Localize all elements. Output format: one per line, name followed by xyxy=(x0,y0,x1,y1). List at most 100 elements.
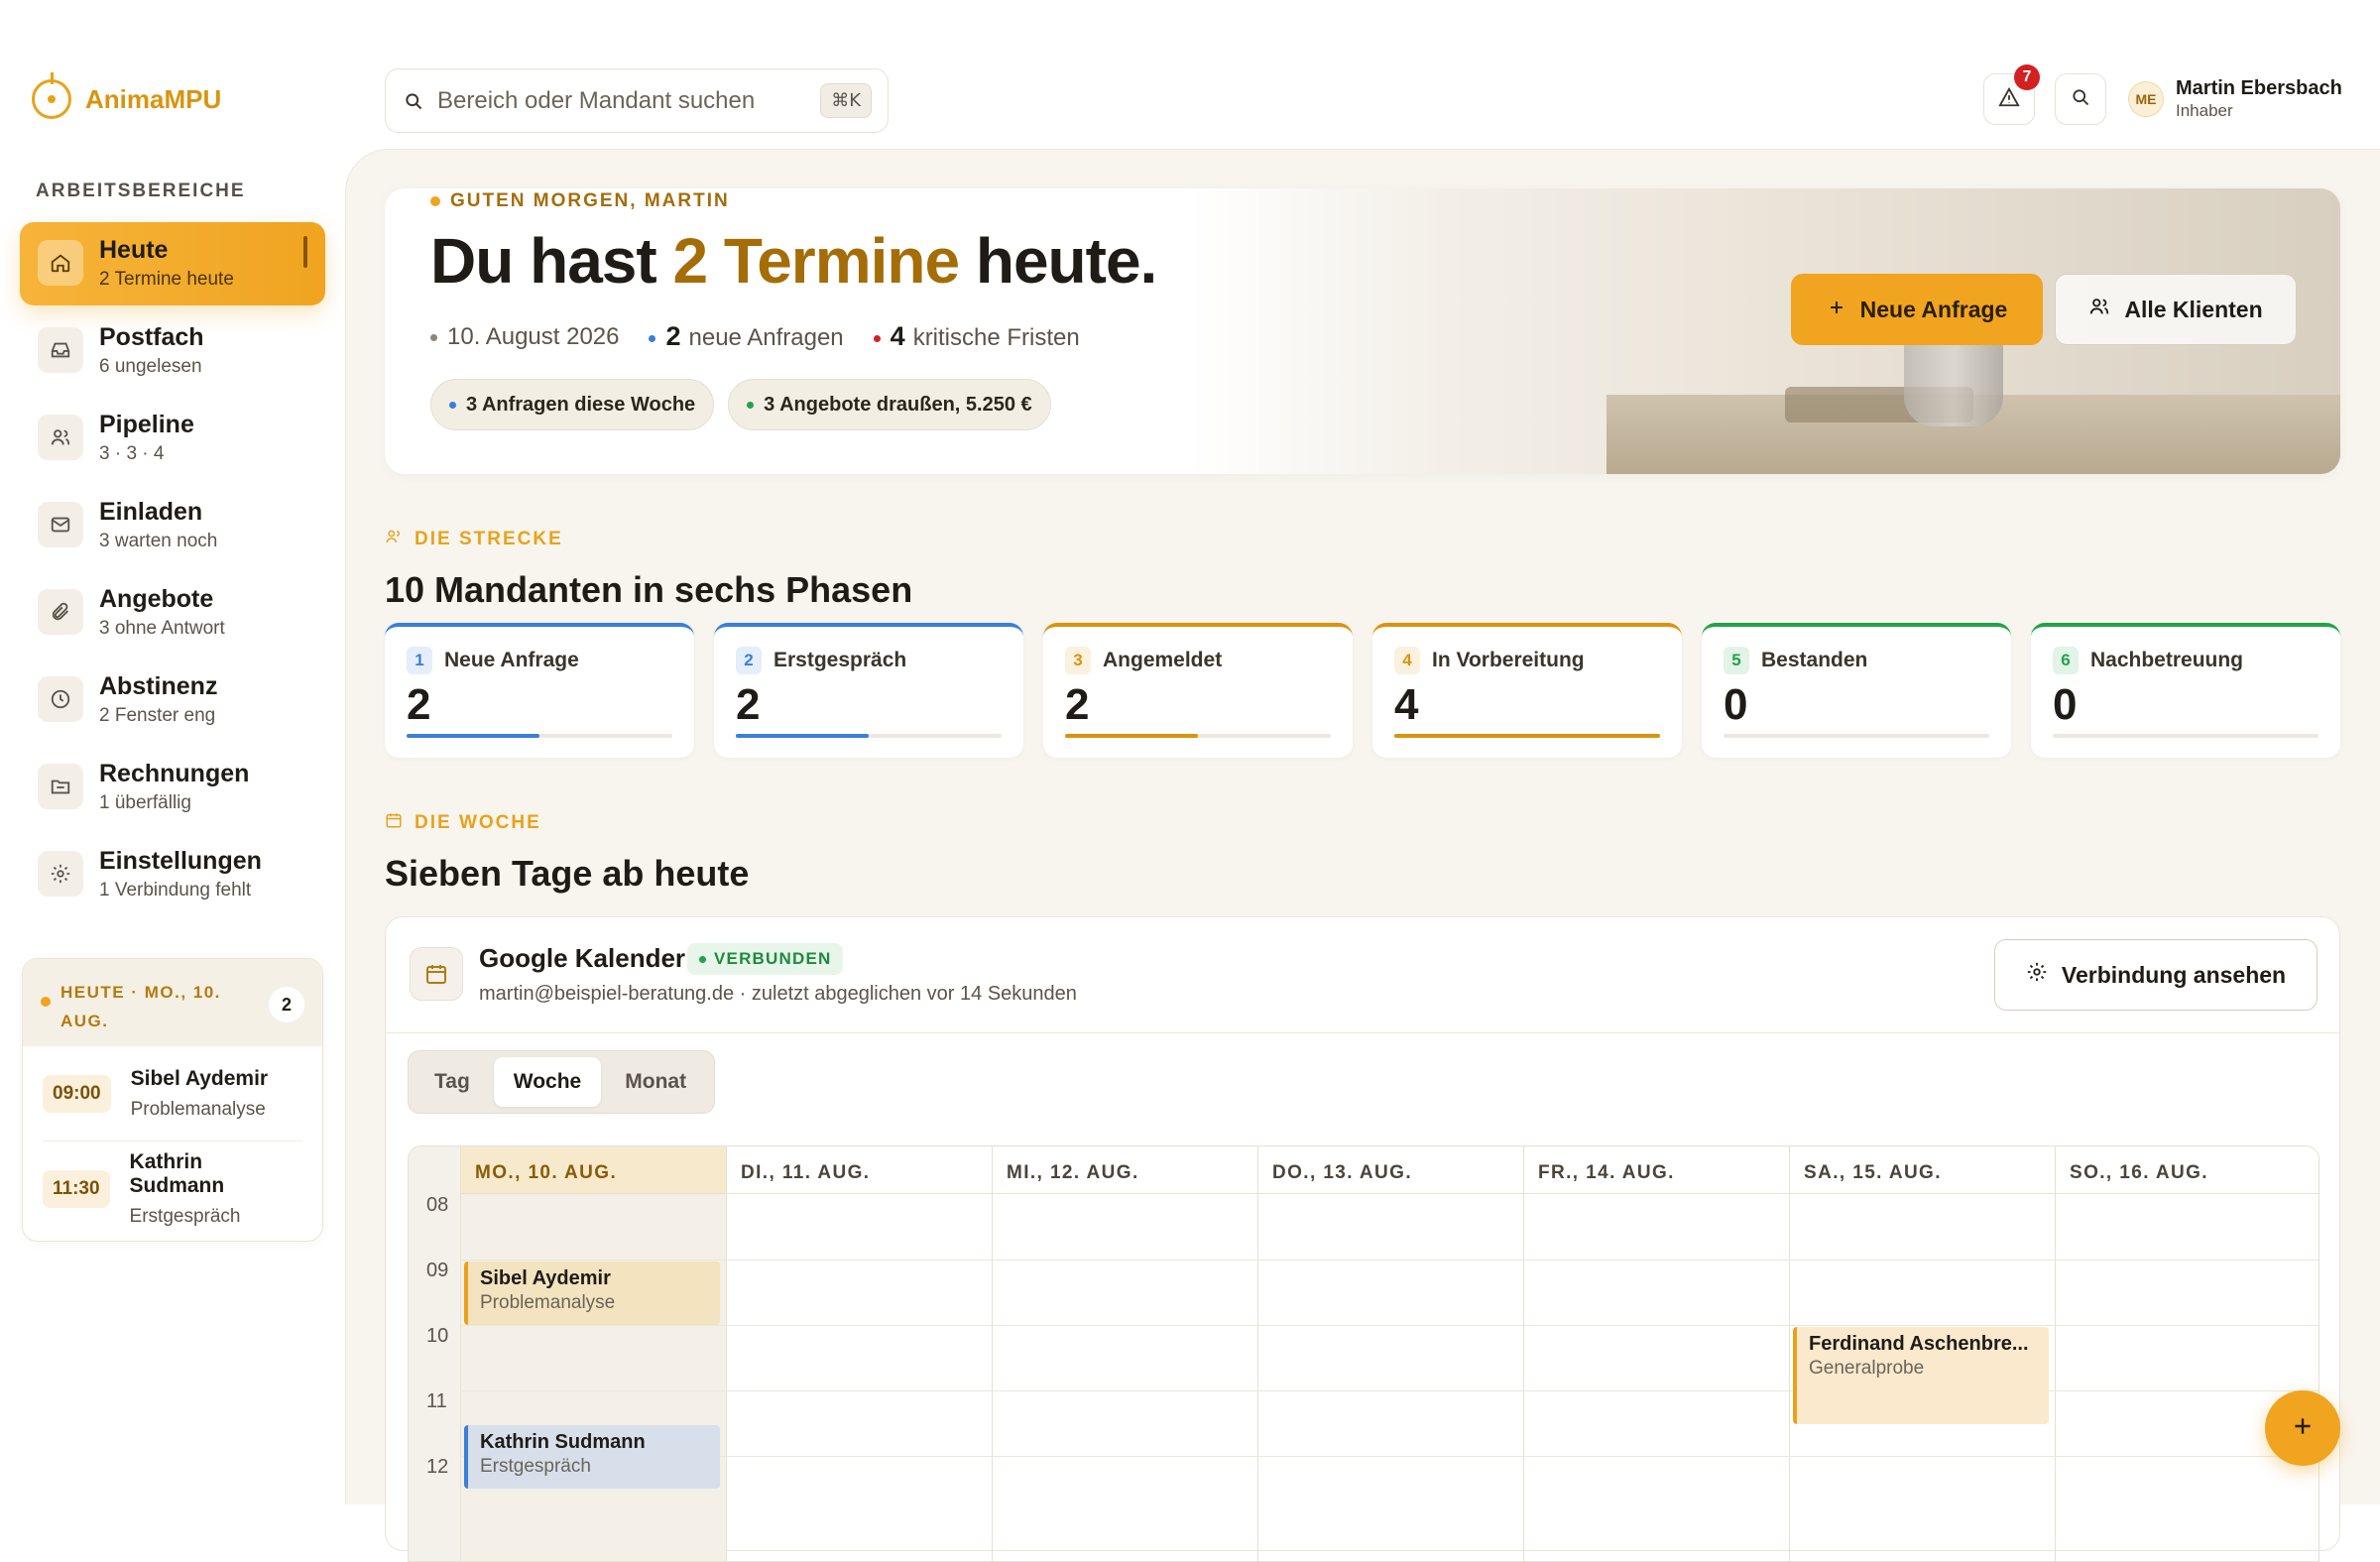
event-name: Ferdinand Aschenbre... xyxy=(1809,1333,2029,1355)
user-name[interactable]: Martin Ebersbach xyxy=(2176,77,2342,100)
pill-requests-week[interactable]: 3 Anfragen diese Woche xyxy=(430,379,715,430)
phase-label: In Vorbereitung xyxy=(1432,649,1585,671)
deadlines-label: kritische Fristen xyxy=(912,324,1080,351)
new-request-button[interactable]: Neue Anfrage xyxy=(1791,274,2043,345)
sidebar-item-heute[interactable]: Heute 2 Termine heute xyxy=(20,222,325,305)
button-label: Alle Klienten xyxy=(2124,296,2263,322)
calendar-event[interactable]: Kathrin Sudmann Erstgespräch xyxy=(464,1425,720,1489)
search-button[interactable] xyxy=(2055,73,2106,125)
plus-icon xyxy=(1827,297,1846,323)
phase-label: Nachbetreuung xyxy=(2090,649,2244,671)
phase-card[interactable]: 2 Erstgespräch 2 xyxy=(714,623,1023,758)
inbox-icon xyxy=(38,327,83,373)
search-shortcut: ⌘K xyxy=(820,83,872,118)
hero-card: GUTEN MORGEN, MARTIN Du hast 2 Termine h… xyxy=(385,188,2340,474)
sidebar-item-einladen[interactable]: Einladen 3 warten noch xyxy=(20,484,325,567)
calendar-card: Google Kalender VERBUNDEN martin@beispie… xyxy=(385,916,2340,1562)
event-type: Problemanalyse xyxy=(480,1292,616,1313)
today-card-header: HEUTE · MO., 10. AUG. 2 xyxy=(23,959,322,1046)
sidebar-item-label: Rechnungen xyxy=(99,760,250,788)
sidebar-item-sub: 6 ungelesen xyxy=(99,355,202,377)
user-role: Inhaber xyxy=(2176,101,2233,120)
phase-progress xyxy=(1724,734,1989,738)
add-fab-button[interactable] xyxy=(2265,1390,2340,1466)
calendar-event[interactable]: Ferdinand Aschenbre... Generalprobe xyxy=(1793,1327,2049,1424)
eyebrow-text: DIE STRECKE xyxy=(415,529,563,549)
phase-value: 2 xyxy=(736,680,761,729)
today-entry[interactable]: 11:30 Kathrin Sudmann Erstgespräch xyxy=(43,1141,302,1237)
calendar-icon xyxy=(410,947,463,1001)
calendar-event[interactable]: Sibel Aydemir Problemanalyse xyxy=(464,1262,720,1325)
entry-name: Kathrin Sudmann xyxy=(129,1150,225,1197)
status-badge: VERBUNDEN xyxy=(687,943,844,975)
day-column-today[interactable]: MO., 10. AUG. xyxy=(460,1146,726,1561)
status-text: VERBUNDEN xyxy=(714,949,832,968)
hero-pills: 3 Anfragen diese Woche 3 Angebote drauße… xyxy=(430,379,1051,430)
phase-number: 1 xyxy=(407,647,432,674)
sidebar-nav: Heute 2 Termine heute Postfach 6 ungelesen… xyxy=(20,222,325,920)
phase-label: Angemeldet xyxy=(1103,649,1223,671)
day-header: FR., 14. AUG. xyxy=(1524,1146,1789,1194)
alerts-button[interactable]: 7 xyxy=(1983,64,2040,125)
sidebar-item-einstellungen[interactable]: Einstellungen 1 Verbindung fehlt xyxy=(20,833,325,916)
search-input[interactable]: Bereich oder Mandant suchen ⌘K xyxy=(385,68,889,133)
warning-icon xyxy=(1998,86,2020,113)
sidebar-item-postfach[interactable]: Postfach 6 ungelesen xyxy=(20,309,325,393)
phase-label: Erstgespräch xyxy=(774,649,907,671)
phase-value: 0 xyxy=(1724,680,1748,729)
avatar[interactable]: ME xyxy=(2128,81,2164,117)
sidebar-item-sub: 2 Fenster eng xyxy=(99,704,216,726)
hour-label: 12 xyxy=(426,1456,449,1478)
page-title: Du hast 2 Termine heute. xyxy=(430,224,1157,298)
entry-type: Erstgespräch xyxy=(129,1206,241,1227)
alerts-badge: 7 xyxy=(2014,64,2040,90)
day-column[interactable]: SO., 16. AUG. xyxy=(2055,1146,2319,1561)
meta-deadlines[interactable]: 4 kritische Fristen xyxy=(873,321,1080,352)
view-connection-button[interactable]: Verbindung ansehen xyxy=(1994,939,2318,1011)
phase-card[interactable]: 6 Nachbetreuung 0 xyxy=(2031,623,2340,758)
day-column[interactable]: FR., 14. AUG. xyxy=(1523,1146,1789,1561)
phase-number: 6 xyxy=(2053,647,2079,674)
day-column[interactable]: DI., 11. AUG. xyxy=(726,1146,992,1561)
pipeline-eyebrow: DIE STRECKE xyxy=(385,528,563,551)
users-icon xyxy=(385,528,403,551)
entry-type: Problemanalyse xyxy=(130,1098,266,1120)
all-clients-button[interactable]: Alle Klienten xyxy=(2055,274,2297,345)
sidebar-item-abstinenz[interactable]: Abstinenz 2 Fenster eng xyxy=(20,659,325,742)
phase-cards: 1 Neue Anfrage 2 2 Erstgespräch 2 3 Angemel… xyxy=(385,623,2340,758)
sidebar-item-label: Einstellungen xyxy=(99,847,262,876)
phase-card[interactable]: 1 Neue Anfrage 2 xyxy=(385,623,694,758)
meta-requests[interactable]: 2 neue Anfragen xyxy=(649,321,844,352)
greeting: GUTEN MORGEN, MARTIN xyxy=(430,190,730,212)
phase-card[interactable]: 3 Angemeldet 2 xyxy=(1043,623,1353,758)
phase-card[interactable]: 4 In Vorbereitung 4 xyxy=(1372,623,1682,758)
day-column[interactable]: DO., 13. AUG. xyxy=(1257,1146,1523,1561)
view-tab-month[interactable]: Monat xyxy=(605,1057,706,1107)
pill-offers-out[interactable]: 3 Angebote draußen, 5.250 € xyxy=(728,379,1051,430)
day-header: MO., 10. AUG. xyxy=(461,1146,726,1194)
mail-icon xyxy=(38,502,83,547)
users-icon xyxy=(38,415,83,460)
view-tab-day[interactable]: Tag xyxy=(415,1057,490,1107)
phase-progress xyxy=(2053,734,2319,738)
view-tab-week[interactable]: Woche xyxy=(493,1057,602,1107)
phase-number: 2 xyxy=(736,647,762,674)
day-column[interactable]: MI., 12. AUG. xyxy=(992,1146,1257,1561)
hour-line xyxy=(460,1456,2319,1457)
phase-card[interactable]: 5 Bestanden 0 xyxy=(1702,623,2011,758)
app-logo[interactable]: AnimaMPU xyxy=(32,72,222,119)
sidebar-item-rechnungen[interactable]: Rechnungen 1 überfällig xyxy=(20,746,325,829)
sidebar-item-pipeline[interactable]: Pipeline 3 · 3 · 4 xyxy=(20,397,325,480)
app-name: AnimaMPU xyxy=(85,83,222,114)
today-entry[interactable]: 09:00 Sibel Aydemir Problemanalyse xyxy=(43,1046,302,1141)
button-label: Verbindung ansehen xyxy=(2061,961,2287,988)
week-title: Sieben Tage ab heute xyxy=(385,853,750,894)
sidebar-item-label: Abstinenz xyxy=(99,672,218,701)
phase-progress xyxy=(1065,734,1331,738)
logo-icon xyxy=(32,72,71,119)
sidebar-item-angebote[interactable]: Angebote 3 ohne Antwort xyxy=(20,571,325,655)
phase-value: 0 xyxy=(2053,680,2078,729)
calendar-subtitle: martin@beispiel-beratung.de · zuletzt ab… xyxy=(479,983,1077,1005)
entry-time: 09:00 xyxy=(43,1074,111,1113)
deadlines-count: 4 xyxy=(890,321,905,351)
